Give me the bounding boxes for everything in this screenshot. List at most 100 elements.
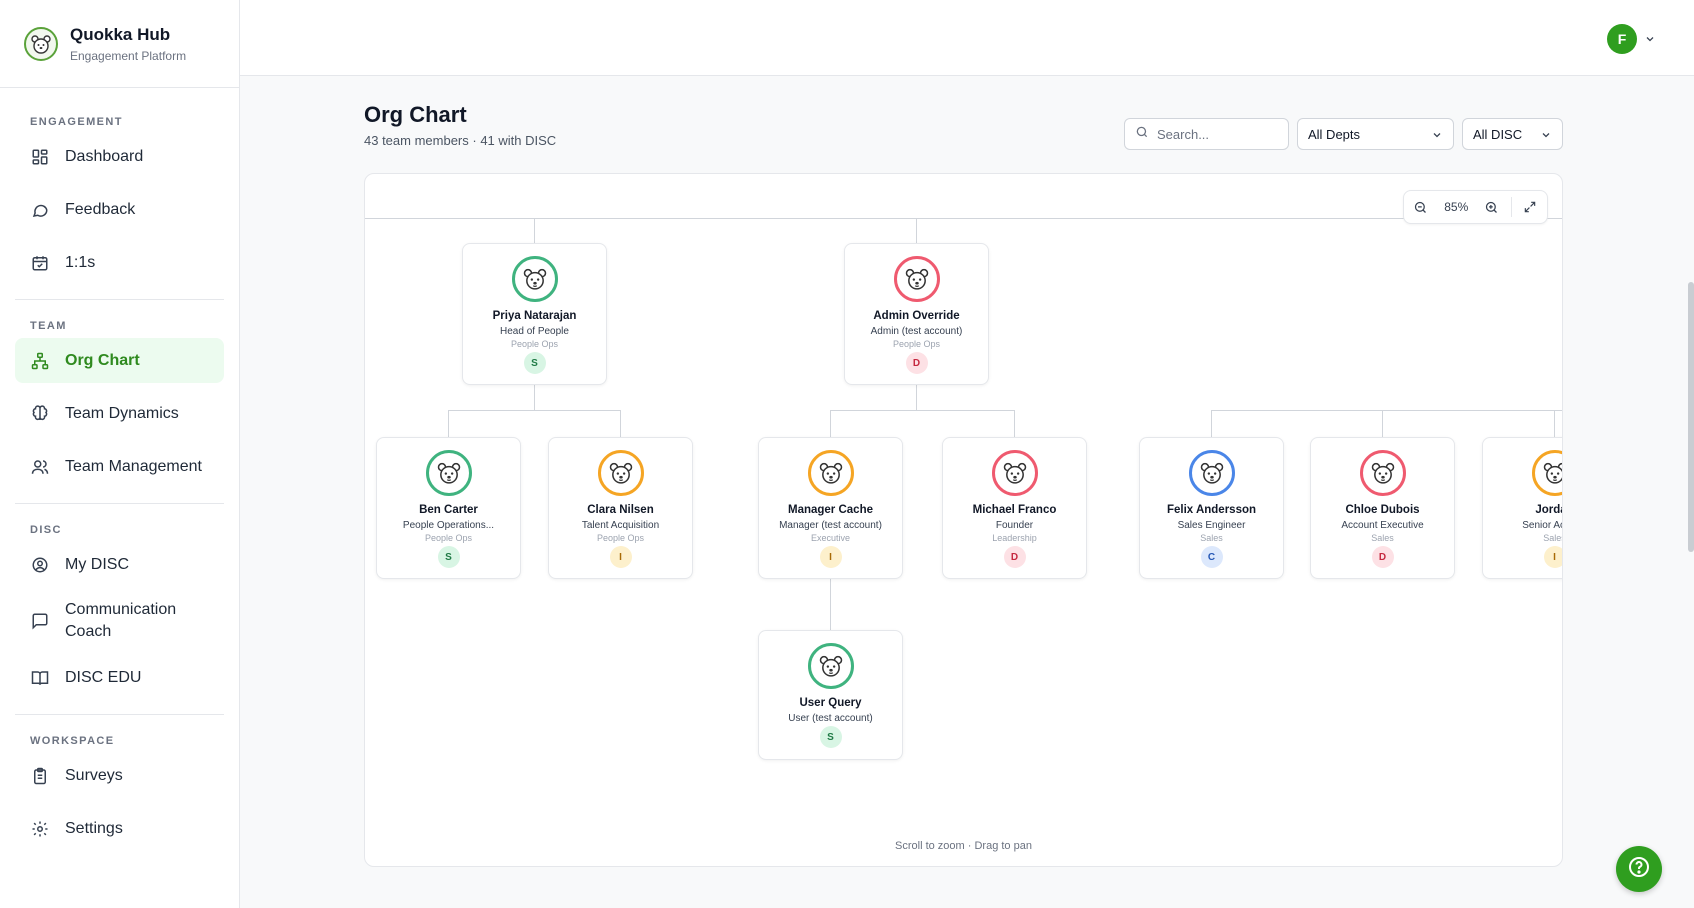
- sidebar-item-settings[interactable]: Settings: [15, 806, 224, 851]
- sidebar-item-feedback[interactable]: Feedback: [15, 187, 224, 232]
- dept-filter-value: All Depts: [1308, 126, 1361, 142]
- page-scrollbar[interactable]: [1688, 282, 1694, 552]
- person-card[interactable]: User Query User (test account) S: [758, 630, 903, 760]
- person-dept: Leadership: [992, 533, 1037, 543]
- brain-icon: [30, 404, 50, 424]
- avatar: [807, 450, 854, 496]
- person-card[interactable]: Jordan Senior Accoun Sales I: [1482, 437, 1562, 579]
- connector-line: [534, 218, 535, 243]
- person-role: Sales Engineer: [1177, 520, 1246, 531]
- connector-line: [448, 410, 621, 411]
- dashboard-icon: [30, 147, 50, 167]
- sidebar-item-dashboard[interactable]: Dashboard: [15, 134, 224, 179]
- dept-filter-select[interactable]: All Depts: [1297, 118, 1454, 150]
- connector-line: [365, 218, 1562, 219]
- person-card[interactable]: Chloe Dubois Account Executive Sales D: [1310, 437, 1455, 579]
- person-card[interactable]: Priya Natarajan Head of People People Ops S: [462, 243, 607, 385]
- org-chart-canvas[interactable]: Priya Natarajan Head of People People Ops S…: [364, 173, 1563, 867]
- sidebar-item-my-disc[interactable]: My DISC: [15, 542, 224, 587]
- sidebar-item-team-dynamics[interactable]: Team Dynamics: [15, 391, 224, 436]
- person-name: Felix Andersson: [1166, 504, 1257, 516]
- person-name: Admin Override: [873, 310, 960, 322]
- connector-line: [534, 385, 535, 410]
- zoom-level: 85%: [1444, 200, 1469, 214]
- sidebar-item-communication-coach[interactable]: Communication Coach: [15, 595, 224, 647]
- disc-badge: I: [1543, 546, 1562, 568]
- help-icon: [1627, 855, 1651, 884]
- sidebar-item-disc-edu[interactable]: DISC EDU: [15, 655, 224, 700]
- connector-line: [916, 385, 917, 410]
- avatar: [1531, 450, 1562, 496]
- person-card[interactable]: Manager Cache Manager (test account) Execu…: [758, 437, 903, 579]
- person-role: Senior Accoun: [1522, 520, 1562, 531]
- disc-badge: S: [819, 726, 842, 748]
- person-card[interactable]: Felix Andersson Sales Engineer Sales C: [1139, 437, 1284, 579]
- sidebar-item-label: Team Management: [65, 457, 202, 475]
- disc-badge: S: [523, 352, 546, 374]
- canvas-hint: Scroll to zoom · Drag to pan: [895, 840, 1032, 852]
- sidebar-item-team-management[interactable]: Team Management: [15, 444, 224, 489]
- disc-filter-value: All DISC: [1473, 126, 1523, 142]
- connector-line: [1382, 410, 1383, 437]
- disc-filter-select[interactable]: All DISC: [1462, 118, 1563, 150]
- brand-title: Quokka Hub: [70, 24, 171, 44]
- avatar: [1188, 450, 1235, 496]
- person-card[interactable]: Clara Nilsen Talent Acquisition People Ops…: [548, 437, 693, 579]
- sidebar: Quokka Hub Engagement Platform ENGAGEMEN…: [0, 0, 240, 908]
- fullscreen-button[interactable]: [1513, 190, 1547, 224]
- avatar: [425, 450, 472, 496]
- section-label-engagement: ENGAGEMENT: [30, 116, 123, 128]
- divider: [15, 299, 224, 300]
- avatar: [1359, 450, 1406, 496]
- person-dept: People Ops: [892, 339, 941, 349]
- quokka-logo-icon: [24, 26, 58, 61]
- brand-subtitle: Engagement Platform: [70, 48, 187, 63]
- person-name: Ben Carter: [419, 504, 478, 516]
- avatar: [807, 643, 854, 689]
- person-role: Head of People: [500, 326, 569, 337]
- connector-line: [1211, 410, 1562, 411]
- zoom-in-button[interactable]: [1475, 190, 1509, 224]
- brand[interactable]: Quokka Hub Engagement Platform: [0, 0, 239, 88]
- person-dept: People Ops: [424, 533, 473, 543]
- section-label-workspace: WORKSPACE: [30, 735, 115, 747]
- disc-badge: S: [437, 546, 460, 568]
- connector-line: [830, 410, 1015, 411]
- zoom-out-button[interactable]: [1404, 190, 1438, 224]
- search-input[interactable]: [1157, 126, 1277, 142]
- person-role: People Operations...: [402, 520, 495, 531]
- person-card[interactable]: Ben Carter People Operations... People Ops…: [376, 437, 521, 579]
- person-card[interactable]: Michael Franco Founder Leadership D: [942, 437, 1087, 579]
- sidebar-item-label: Dashboard: [65, 147, 144, 165]
- user-avatar[interactable]: F: [1607, 24, 1637, 54]
- avatar: [597, 450, 644, 496]
- help-button[interactable]: [1616, 846, 1662, 892]
- disc-badge: C: [1200, 546, 1223, 568]
- person-dept: Sales: [1371, 533, 1394, 543]
- person-card[interactable]: Admin Override Admin (test account) People…: [844, 243, 989, 385]
- zoom-controls: 85%: [1403, 190, 1548, 224]
- person-name: Manager Cache: [787, 504, 873, 516]
- users-icon: [30, 457, 50, 477]
- connector-line: [1014, 410, 1015, 437]
- sidebar-item-label: Org Chart: [65, 351, 140, 369]
- sidebar-item-org-chart[interactable]: Org Chart: [15, 338, 224, 383]
- page-title: Org Chart: [364, 102, 467, 127]
- sidebar-item-surveys[interactable]: Surveys: [15, 753, 224, 798]
- chevron-down-icon[interactable]: [1644, 32, 1656, 50]
- person-role: User (test account): [788, 713, 873, 724]
- search-box[interactable]: [1124, 118, 1289, 150]
- sidebar-item-label: Communication Coach: [65, 601, 177, 640]
- sidebar-item-label: Feedback: [65, 200, 136, 218]
- connector-line: [830, 579, 831, 630]
- person-role: Founder: [995, 520, 1034, 531]
- divider: [1510, 197, 1512, 217]
- disc-badge: I: [819, 546, 842, 568]
- connector-line: [830, 410, 831, 437]
- avatar: [893, 256, 940, 302]
- avatar: [991, 450, 1038, 496]
- chevron-down-icon: [1431, 129, 1443, 144]
- user-circle-icon: [30, 555, 50, 575]
- connector-line: [448, 410, 449, 437]
- sidebar-item-1on1s[interactable]: 1:1s: [15, 240, 224, 285]
